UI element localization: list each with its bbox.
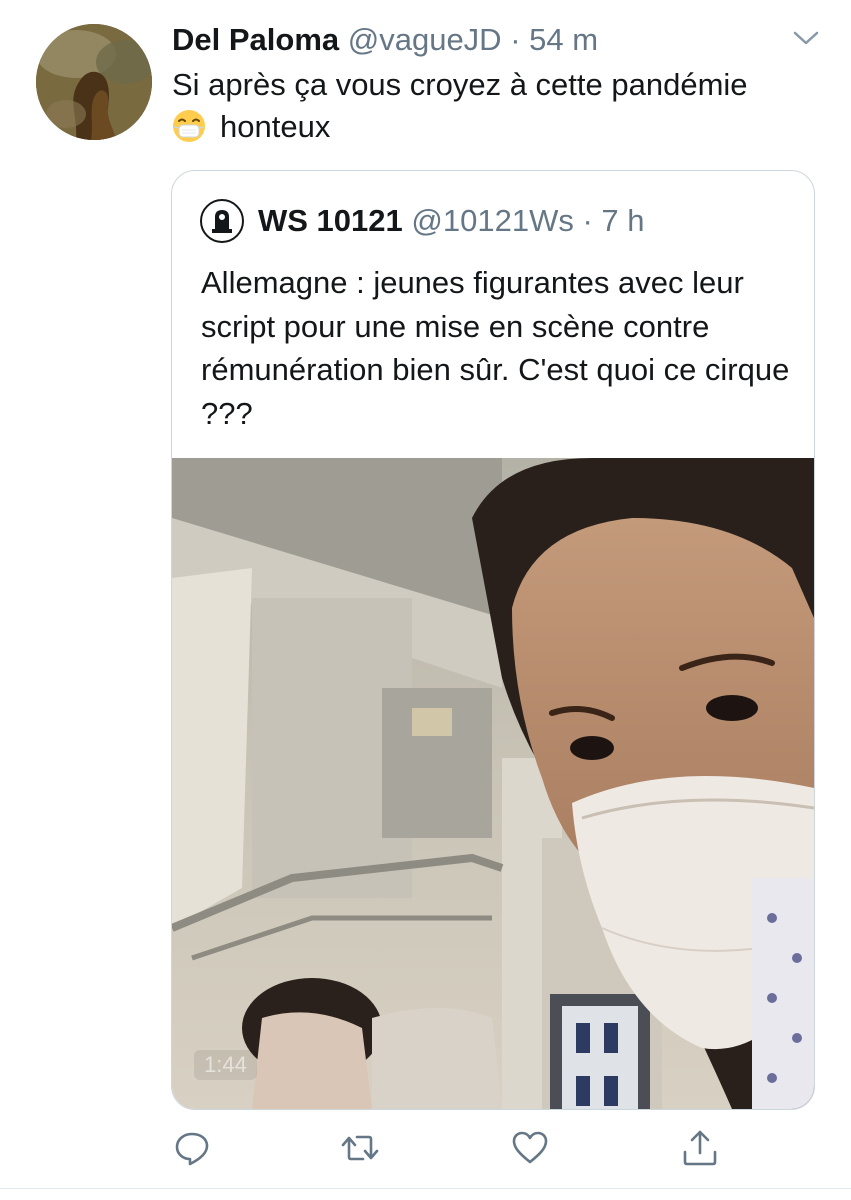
separator-dot: · xyxy=(510,22,521,57)
quoted-author-display-name[interactable]: WS 10121 xyxy=(258,203,403,238)
chevron-down-icon[interactable] xyxy=(792,28,820,48)
tweet-action-bar xyxy=(0,1128,851,1168)
author-display-name[interactable]: Del Paloma xyxy=(172,22,339,57)
author-avatar[interactable] xyxy=(36,24,152,140)
tweet-text: Si après ça vous croyez à cette pandémie… xyxy=(172,64,832,148)
quoted-author-handle[interactable]: @10121Ws xyxy=(411,203,573,238)
video-thumbnail[interactable]: 1:44 xyxy=(172,458,814,1109)
video-duration-badge: 1:44 xyxy=(194,1050,257,1080)
tweet-text-line: honteux xyxy=(220,109,331,144)
quoted-tweet-card[interactable]: WS 10121 @10121Ws · 7 h Allemagne : jeun… xyxy=(171,170,815,1110)
quoted-author-avatar[interactable] xyxy=(200,199,244,243)
separator-dot: · xyxy=(582,203,593,238)
retweet-icon[interactable] xyxy=(340,1128,380,1168)
like-icon[interactable] xyxy=(510,1128,550,1168)
tweet-timestamp[interactable]: 54 m xyxy=(529,22,598,57)
mask-face-emoji-icon xyxy=(172,109,206,143)
quoted-tweet-timestamp[interactable]: 7 h xyxy=(601,203,644,238)
share-icon[interactable] xyxy=(680,1128,720,1168)
quoted-tweet-text: Allemagne : jeunes figurantes avec leur … xyxy=(201,265,790,431)
tweet-header: Del Paloma @vagueJD · 54 m xyxy=(172,22,598,58)
divider xyxy=(0,1188,851,1189)
tweet-text-line: Si après ça vous croyez à cette pandémie xyxy=(172,67,748,102)
reply-icon[interactable] xyxy=(172,1128,212,1168)
quoted-tweet-header: WS 10121 @10121Ws · 7 h xyxy=(258,203,645,239)
author-handle[interactable]: @vagueJD xyxy=(348,22,502,57)
